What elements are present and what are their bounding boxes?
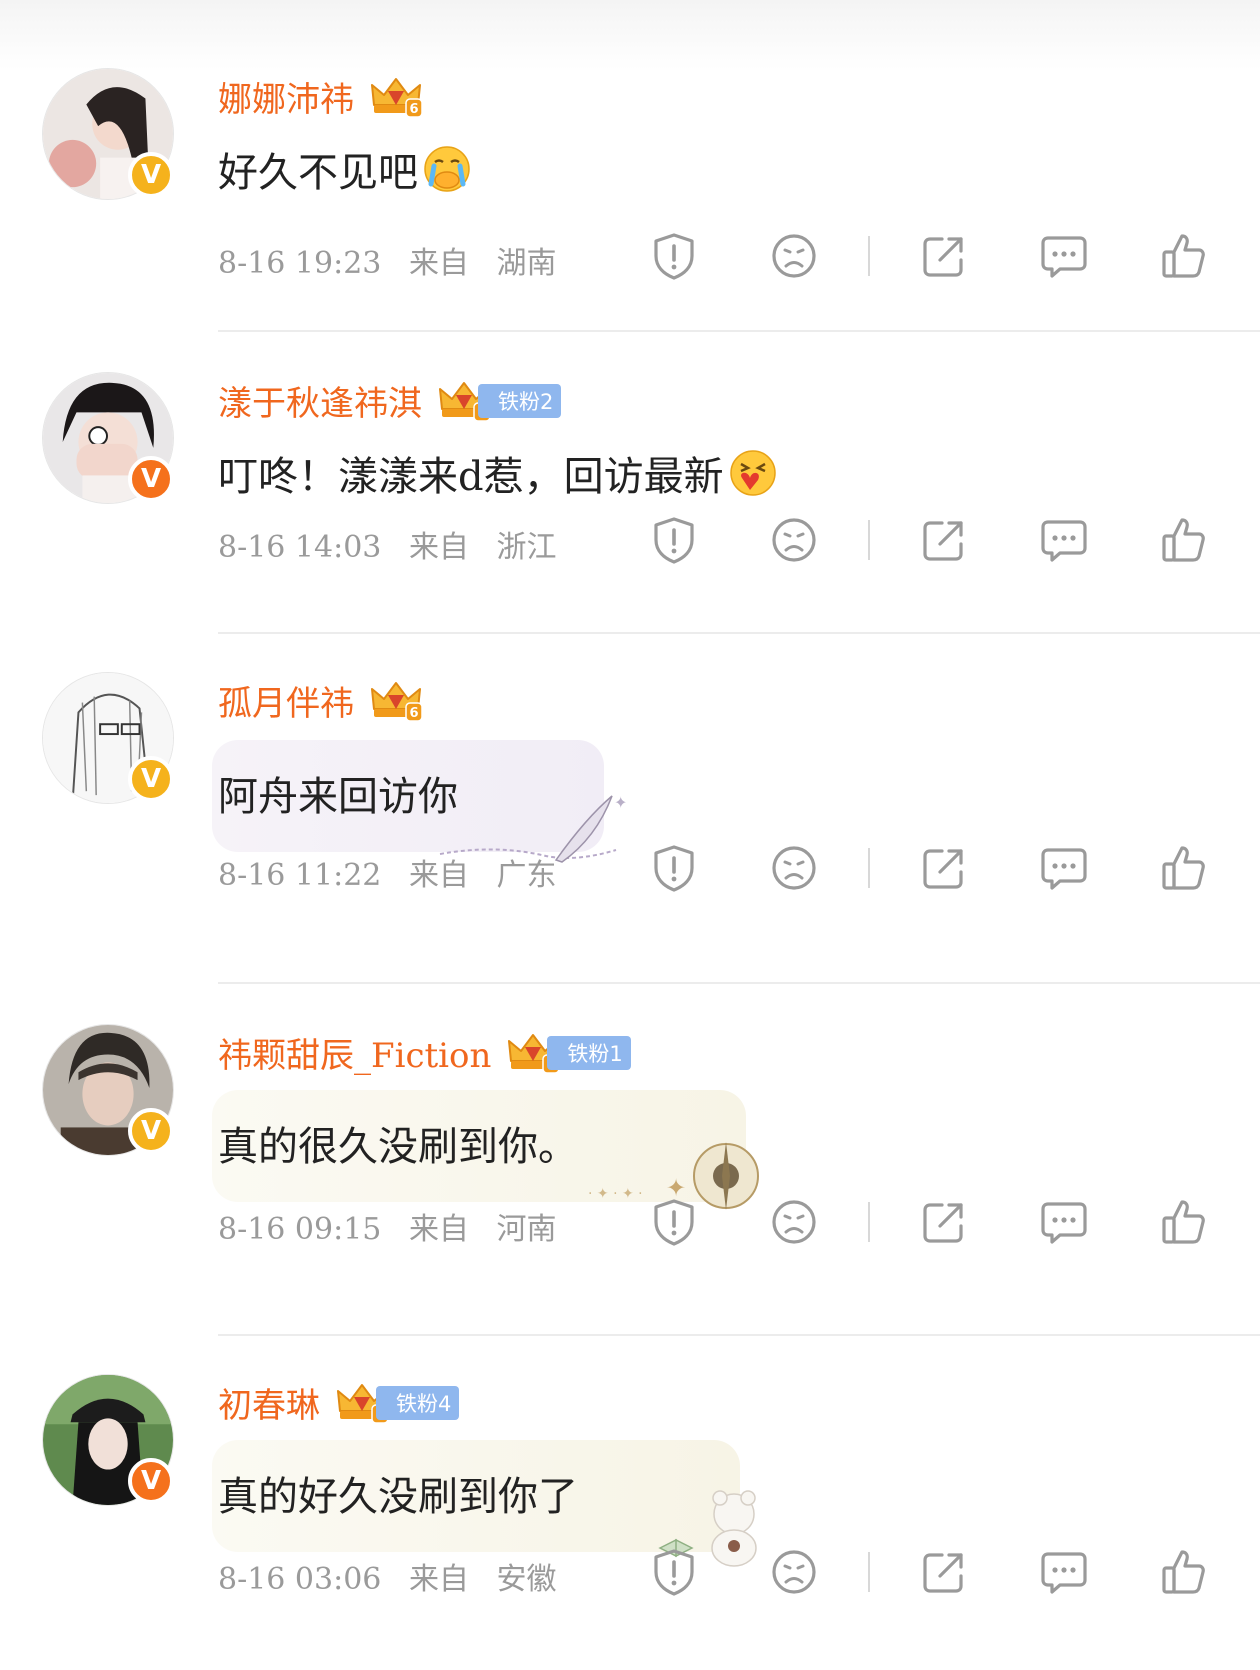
action-separator xyxy=(868,1202,870,1242)
action-separator xyxy=(868,236,870,276)
comment-body: 叮咚！漾漾来d惹，回访最新 xyxy=(218,454,724,500)
fan-badge[interactable]: 铁粉1 xyxy=(547,1035,631,1070)
from-label: 来自 xyxy=(408,858,469,893)
report-icon[interactable] xyxy=(648,514,700,566)
username-text[interactable]: 漾于秋逢祎淇 xyxy=(218,376,422,425)
verified-icon: V xyxy=(128,1458,174,1504)
dislike-icon[interactable] xyxy=(768,230,820,282)
comment-body: 真的很久没刷到你。 xyxy=(218,1124,578,1170)
username[interactable]: 娜娜沛祎 xyxy=(218,72,424,121)
comment-text: 阿舟来回访你 xyxy=(218,764,458,822)
from-label: 来自 xyxy=(408,1212,469,1247)
comment-text: 真的很久没刷到你。 xyxy=(218,1114,578,1172)
like-icon[interactable] xyxy=(1158,230,1210,282)
username[interactable]: 祎颗甜辰_Fiction 铁粉1 xyxy=(218,1028,631,1077)
like-icon[interactable] xyxy=(1158,514,1210,566)
comment-icon[interactable] xyxy=(1038,1196,1090,1248)
share-icon[interactable] xyxy=(918,842,970,894)
username-text[interactable]: 初春琳 xyxy=(218,1378,320,1427)
fan-badge[interactable]: 铁粉2 xyxy=(478,383,562,418)
like-icon[interactable] xyxy=(1158,1196,1210,1248)
location: 安徽 xyxy=(496,1562,557,1597)
report-icon[interactable] xyxy=(648,1546,700,1598)
report-icon[interactable] xyxy=(648,1196,700,1248)
from-label: 来自 xyxy=(408,530,469,565)
dislike-icon[interactable] xyxy=(768,514,820,566)
dislike-icon[interactable] xyxy=(768,1196,820,1248)
svg-text:✦: ✦ xyxy=(614,793,626,812)
timestamp: 8-16 03:06 xyxy=(218,1562,382,1597)
comment-body: 阿舟来回访你 xyxy=(218,774,458,820)
action-separator xyxy=(868,1552,870,1592)
report-icon[interactable] xyxy=(648,842,700,894)
timestamp: 8-16 14:03 xyxy=(218,530,382,565)
comment-text: 真的好久没刷到你了 xyxy=(218,1464,578,1522)
verified-icon: V xyxy=(128,1108,174,1154)
username[interactable]: 漾于秋逢祎淇 铁粉2 xyxy=(218,376,562,425)
action-separator xyxy=(868,848,870,888)
divider xyxy=(218,1334,1260,1336)
verified-icon: V xyxy=(128,756,174,802)
share-icon[interactable] xyxy=(918,1196,970,1248)
comment-text: 叮咚！漾漾来d惹，回访最新 xyxy=(218,444,778,502)
comment-meta: 8-16 14:03 来自 浙江 xyxy=(218,522,574,566)
from-label: 来自 xyxy=(408,1562,469,1597)
share-icon[interactable] xyxy=(918,230,970,282)
report-icon[interactable] xyxy=(648,230,700,282)
from-label: 来自 xyxy=(408,246,469,281)
crown-icon xyxy=(371,681,423,722)
divider xyxy=(218,330,1260,332)
crown-icon xyxy=(371,77,423,118)
comment-icon[interactable] xyxy=(1038,842,1090,894)
comment-meta: 8-16 03:06 来自 安徽 xyxy=(218,1554,574,1598)
location: 浙江 xyxy=(496,530,557,565)
comment-text: 好久不见吧 xyxy=(218,140,472,198)
comment-icon[interactable] xyxy=(1038,1546,1090,1598)
like-icon[interactable] xyxy=(1158,842,1210,894)
location: 湖南 xyxy=(496,246,557,281)
dislike-icon[interactable] xyxy=(768,1546,820,1598)
heart-excited-emoji-icon xyxy=(729,450,776,496)
username[interactable]: 孤月伴祎 xyxy=(218,676,424,725)
dislike-icon[interactable] xyxy=(768,842,820,894)
share-icon[interactable] xyxy=(918,514,970,566)
username-text[interactable]: 孤月伴祎 xyxy=(218,676,354,725)
divider xyxy=(218,632,1260,634)
comment-icon[interactable] xyxy=(1038,230,1090,282)
share-icon[interactable] xyxy=(918,1546,970,1598)
timestamp: 8-16 19:23 xyxy=(218,246,382,281)
fan-badge[interactable]: 铁粉4 xyxy=(376,1385,460,1420)
comment-body: 好久不见吧 xyxy=(218,150,418,196)
svg-text:· ✦ · ✦ ·: · ✦ · ✦ · xyxy=(588,1186,643,1202)
username-text[interactable]: 祎颗甜辰_Fiction xyxy=(218,1028,491,1077)
comment-meta: 8-16 09:15 来自 河南 xyxy=(218,1204,574,1248)
top-fade xyxy=(0,0,1260,70)
comment-meta: 8-16 11:22 来自 广东 xyxy=(218,850,574,894)
crying-emoji-icon xyxy=(424,146,470,192)
comment-meta: 8-16 19:23 来自 湖南 xyxy=(218,238,574,282)
comment-icon[interactable] xyxy=(1038,514,1090,566)
location: 广东 xyxy=(496,858,557,893)
divider xyxy=(218,982,1260,984)
verified-icon: V xyxy=(128,456,174,502)
username-text[interactable]: 娜娜沛祎 xyxy=(218,72,354,121)
timestamp: 8-16 11:22 xyxy=(218,858,382,893)
username[interactable]: 初春琳 铁粉4 xyxy=(218,1378,460,1427)
action-separator xyxy=(868,520,870,560)
location: 河南 xyxy=(496,1212,557,1247)
verified-icon: V xyxy=(128,152,174,198)
timestamp: 8-16 09:15 xyxy=(218,1212,382,1247)
comment-body: 真的好久没刷到你了 xyxy=(218,1474,578,1520)
like-icon[interactable] xyxy=(1158,1546,1210,1598)
